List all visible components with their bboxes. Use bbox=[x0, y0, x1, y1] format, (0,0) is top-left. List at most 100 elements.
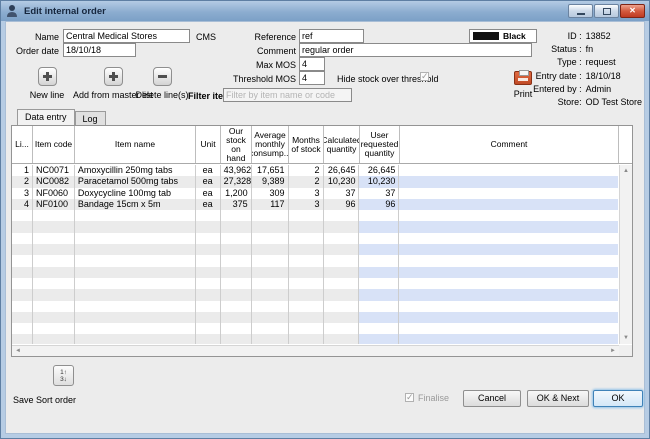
cell-comment[interactable] bbox=[399, 210, 618, 221]
table-body: 1 NC0071 Amoxycillin 250mg tabs ea 43,962 17,… bbox=[12, 165, 618, 344]
id-label: ID : bbox=[567, 31, 582, 41]
cell-unit bbox=[196, 210, 221, 222]
column-header[interactable]: Unit bbox=[196, 126, 221, 163]
cell-months: 3 bbox=[288, 198, 324, 211]
finalise-checkbox[interactable]: ✓ bbox=[405, 393, 414, 402]
tab-data-entry[interactable]: Data entry bbox=[17, 109, 75, 125]
finalise-label: Finalise bbox=[418, 393, 450, 403]
new-line-button[interactable]: New line bbox=[23, 67, 71, 100]
vertical-scrollbar[interactable]: ▲ ▼ bbox=[619, 165, 632, 344]
cell-comment[interactable] bbox=[399, 289, 618, 301]
close-button[interactable]: ✕ bbox=[620, 4, 645, 18]
cell-comment[interactable] bbox=[399, 233, 618, 244]
cell-comment[interactable] bbox=[399, 266, 618, 278]
cell-unit bbox=[196, 277, 221, 290]
cell-comment[interactable] bbox=[399, 244, 618, 256]
column-header[interactable]: Comment bbox=[400, 126, 619, 163]
filter-items-input[interactable] bbox=[223, 88, 352, 102]
column-header[interactable]: User requested quantity bbox=[360, 126, 400, 163]
delete-lines-button[interactable]: Delete line(s) bbox=[131, 67, 193, 100]
title-bar[interactable]: Edit internal order ✕ bbox=[1, 1, 649, 21]
cell-comment[interactable] bbox=[399, 301, 618, 312]
column-header[interactable]: Item code bbox=[33, 126, 75, 163]
reference-input[interactable] bbox=[299, 29, 364, 43]
table-row[interactable] bbox=[12, 255, 618, 267]
cell-requested[interactable] bbox=[359, 300, 400, 312]
save-sort-order-button[interactable]: 1↑ 3↓ bbox=[53, 365, 74, 386]
name-code-text: CMS bbox=[196, 32, 216, 42]
cell-requested[interactable] bbox=[359, 255, 400, 267]
cell-requested[interactable]: 10,230 bbox=[359, 176, 400, 188]
scroll-up-icon[interactable]: ▲ bbox=[620, 165, 632, 177]
table-row[interactable] bbox=[12, 323, 618, 335]
cell-name: Bandage 15cm x 5m bbox=[74, 198, 196, 211]
table-row[interactable] bbox=[12, 232, 618, 245]
cell-comment[interactable] bbox=[399, 334, 618, 344]
table-row[interactable] bbox=[12, 334, 618, 344]
cell-requested[interactable]: 26,645 bbox=[359, 165, 400, 177]
table-row[interactable] bbox=[12, 221, 618, 233]
cell-stock bbox=[221, 277, 252, 290]
table-row[interactable] bbox=[12, 289, 618, 301]
column-header[interactable]: Calculated quantity bbox=[324, 126, 360, 163]
cell-comment[interactable] bbox=[399, 188, 618, 199]
column-header[interactable]: Average monthly consump... bbox=[252, 126, 289, 163]
cell-comment[interactable] bbox=[399, 176, 618, 188]
name-input[interactable] bbox=[63, 29, 190, 43]
cell-requested[interactable]: 96 bbox=[359, 198, 400, 211]
cancel-button[interactable]: Cancel bbox=[463, 390, 521, 407]
cell-comment[interactable] bbox=[399, 198, 618, 211]
column-header[interactable]: Li... bbox=[12, 126, 33, 163]
cell-requested[interactable] bbox=[359, 289, 400, 301]
cell-requested[interactable] bbox=[359, 232, 400, 245]
column-header[interactable]: Item name bbox=[75, 126, 196, 163]
horizontal-scrollbar[interactable]: ◄ ► bbox=[12, 345, 619, 356]
table-row[interactable]: 4 NF0100 Bandage 15cm x 5m ea 375 117 3 96 96 bbox=[12, 198, 618, 211]
cell-comment[interactable] bbox=[399, 221, 618, 233]
column-header[interactable]: Months of stock bbox=[289, 126, 324, 163]
cell-requested[interactable] bbox=[359, 266, 400, 278]
cell-requested[interactable] bbox=[359, 323, 400, 335]
cell-comment[interactable] bbox=[399, 323, 618, 334]
cell-comment[interactable] bbox=[399, 311, 618, 324]
cell-name bbox=[74, 221, 196, 233]
cell-comment[interactable] bbox=[399, 278, 618, 289]
table-row[interactable] bbox=[12, 210, 618, 222]
cell-requested[interactable]: 37 bbox=[359, 187, 400, 199]
ok-next-button[interactable]: OK & Next bbox=[527, 390, 589, 407]
table-row[interactable] bbox=[12, 244, 618, 256]
order-date-input[interactable] bbox=[63, 43, 136, 57]
cell-stock bbox=[220, 266, 252, 278]
table-row[interactable]: 2 NC0082 Paracetamol 500mg tabs ea 27,328 9,3… bbox=[12, 176, 618, 188]
ok-button[interactable]: OK bbox=[593, 390, 643, 407]
table-row[interactable] bbox=[12, 277, 618, 290]
minimize-button[interactable] bbox=[568, 4, 593, 18]
scroll-down-icon[interactable]: ▼ bbox=[620, 332, 632, 344]
cell-requested[interactable] bbox=[359, 334, 400, 344]
plus-icon bbox=[103, 67, 123, 86]
cell-stock bbox=[221, 232, 252, 245]
hide-stock-checkbox[interactable]: ✓ bbox=[420, 72, 429, 81]
maximize-button[interactable] bbox=[594, 4, 619, 18]
cell-comment[interactable] bbox=[399, 165, 618, 176]
scroll-right-icon[interactable]: ► bbox=[607, 346, 619, 356]
table-row[interactable] bbox=[12, 311, 618, 324]
column-header[interactable]: Our stock on hand bbox=[221, 126, 252, 163]
cell-comment[interactable] bbox=[399, 255, 618, 266]
status-value: fn bbox=[585, 44, 594, 55]
table-row[interactable] bbox=[12, 300, 618, 312]
cell-line bbox=[12, 277, 33, 290]
threshold-mos-input[interactable] bbox=[299, 71, 325, 85]
cell-requested[interactable] bbox=[359, 210, 400, 222]
cell-requested[interactable] bbox=[359, 244, 400, 256]
cell-requested[interactable] bbox=[359, 311, 400, 324]
max-mos-input[interactable] bbox=[299, 57, 325, 71]
scroll-left-icon[interactable]: ◄ bbox=[12, 346, 24, 356]
tab-log[interactable]: Log bbox=[74, 111, 106, 125]
cell-requested[interactable] bbox=[359, 277, 400, 290]
table-row[interactable] bbox=[12, 266, 618, 278]
table-row[interactable]: 1 NC0071 Amoxycillin 250mg tabs ea 43,962 17,… bbox=[12, 165, 618, 177]
cell-requested[interactable] bbox=[359, 221, 400, 233]
table-row[interactable]: 3 NF0060 Doxycycline 100mg tab ea 1,200 309 3 3… bbox=[12, 187, 618, 199]
cell-unit bbox=[195, 221, 221, 233]
